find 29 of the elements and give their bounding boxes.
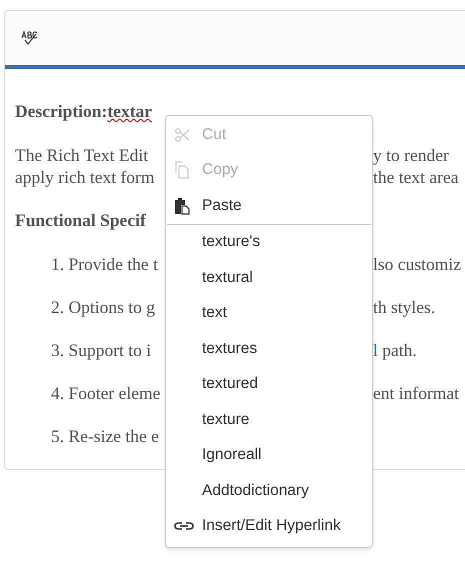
scissors-icon xyxy=(174,126,190,143)
paragraph-text: apply rich text form xyxy=(15,166,156,188)
list-item-text: 3. Support to i xyxy=(50,339,152,361)
list-item-text: th styles. xyxy=(373,296,436,318)
heading-text: Description:textar xyxy=(15,100,154,122)
clipboard-icon xyxy=(174,196,190,215)
menu-item[interactable]: texture xyxy=(166,402,372,438)
list-item-text: 2. Options to g xyxy=(50,296,156,318)
menu-item[interactable]: textural xyxy=(166,260,372,296)
menu-item[interactable]: textures xyxy=(166,331,372,366)
menu-item[interactable]: Ignoreall xyxy=(166,438,372,473)
paragraph-text: The Rich Text Edit xyxy=(15,144,150,166)
paragraph-text: y to render xyxy=(373,144,449,166)
list-item-text: l path. xyxy=(373,339,417,361)
menu-item[interactable]: Paste xyxy=(166,188,372,224)
menu-item[interactable]: text xyxy=(166,296,372,331)
list-item-text: 5. Re-size the e xyxy=(50,425,160,447)
subheading-text: Functional Specif xyxy=(15,209,147,231)
list-item-text: 1. Provide the t xyxy=(50,253,159,275)
menu-item[interactable]: Insert/Edit Hyperlink xyxy=(166,508,372,544)
menu-item[interactable]: texture's xyxy=(166,224,372,260)
copy-icon xyxy=(174,161,190,180)
link-icon xyxy=(174,521,194,532)
list-item-text: 4. Footer eleme xyxy=(50,382,162,404)
list-item-text: ent informat xyxy=(373,382,460,404)
menu-item[interactable]: Addtodictionary xyxy=(166,473,372,508)
menu-item[interactable]: textured xyxy=(166,366,372,402)
paragraph-text: the text area xyxy=(373,166,459,188)
list-item-text: lso customiz xyxy=(373,253,461,275)
